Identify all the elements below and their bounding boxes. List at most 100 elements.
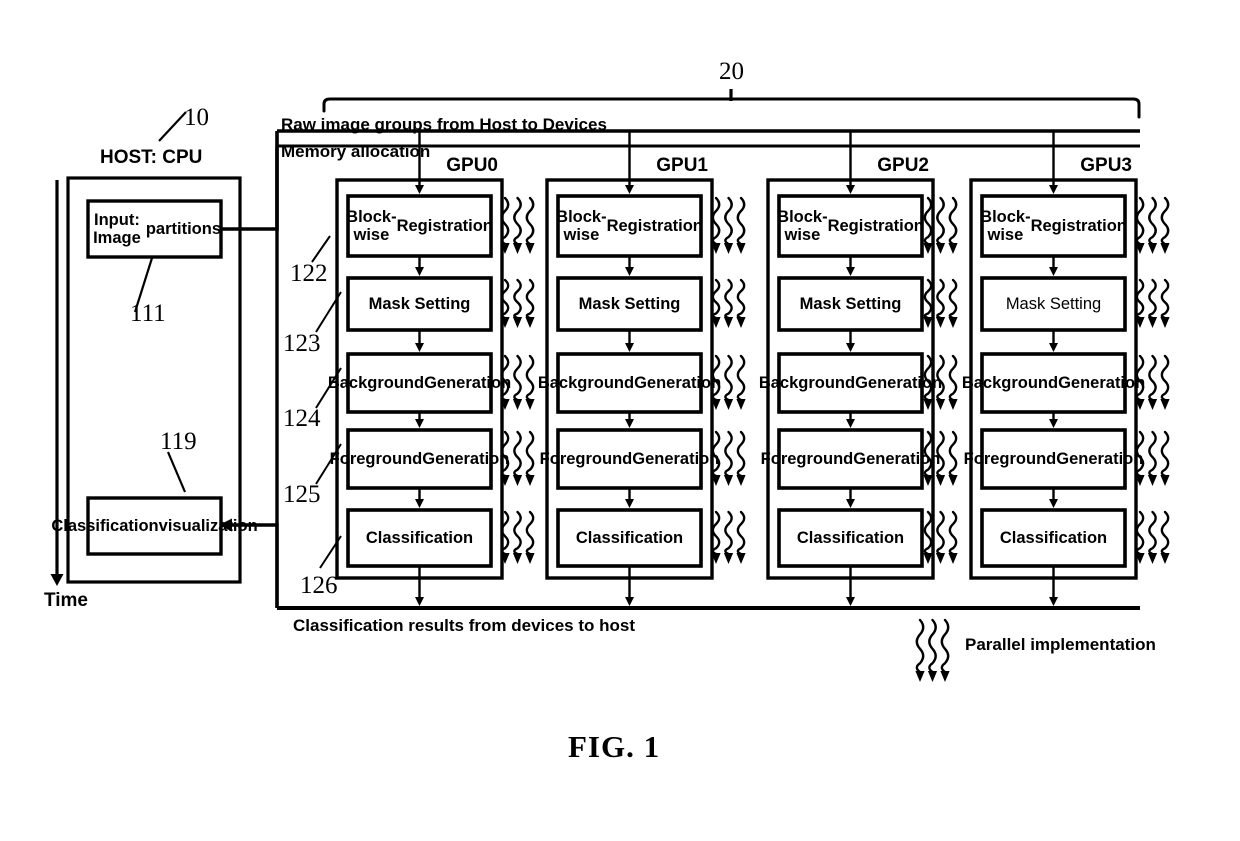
stage-label-gpu3-1: Mask Setting [982,278,1125,330]
parallel-icon-0-4 [500,510,535,564]
stage-label-line: Generation [634,373,722,392]
wavy-line [711,278,721,320]
stage-arrow-3-0-head [1049,267,1058,276]
wavy-arrowhead [1160,399,1170,410]
stage-arrow-0-0-head [415,267,424,276]
stage-arrow-2-1-head [846,343,855,352]
stage-label-gpu1-0: Block-wise Registration [556,196,703,256]
stage-label-gpu2-0: Block-wise Registration [777,196,924,256]
host-block-label-line: Input: Image [93,210,141,247]
wavy-line [1148,196,1157,246]
wavy-line [1135,278,1145,320]
gpu-label-gpu2: GPU2 [877,155,929,176]
stage-label-line: Background [537,373,635,392]
wavy-arrowhead [512,553,523,564]
wavy-line [513,510,522,556]
ref-label-125: 125 [283,481,321,508]
wavy-line [736,354,746,402]
stage-label-line: Registration [827,216,924,235]
time-axis-arrowhead [50,574,64,586]
stage-label-line: Foreground [329,449,423,468]
wavy-line [724,196,733,246]
wavy-line [736,196,746,246]
ref-label-123: 123 [283,330,321,357]
stage-label-gpu0-4: Classification [348,510,491,566]
wavy-line [948,278,958,320]
stage-label-line: Generation [855,373,943,392]
wavy-arrowhead [723,399,734,410]
leader-119 [166,451,187,493]
parallel-icon-3-0 [1135,196,1170,254]
ref-label-122: 122 [290,260,328,287]
wavy-line [936,278,945,320]
figure-caption: FIG. 1 [568,729,661,764]
ref-label-124: 124 [283,405,321,432]
wavy-arrowhead [948,553,958,564]
wavy-line [525,278,535,320]
stage-label-line: Mask Setting [368,294,471,313]
wavy-arrowhead [1147,553,1158,564]
stage-label-line: Generation [1058,373,1146,392]
gpu-output-arrow-1-head [625,597,634,606]
wavy-arrowhead [1160,317,1170,328]
stage-label-line: Block-wise [777,207,828,244]
stage-label-gpu0-2: Background Generation [328,354,511,412]
wavy-line [525,510,535,556]
stage-label-gpu2-1: Mask Setting [779,278,922,330]
stage-label-line: Registration [1030,216,1127,235]
wavy-line [948,196,958,246]
gpu-output-arrow-2-head [846,597,855,606]
host-block-label-line: visualization [158,516,258,535]
stage-arrow-2-0-head [846,267,855,276]
wavy-arrowhead [512,317,523,328]
parallel-icon-0-0 [500,196,535,254]
wavy-line [1160,354,1170,402]
stage-label-line: Background [961,373,1059,392]
legend-parallel-label: Parallel implementation [965,635,1156,654]
wavy-arrowhead [736,317,746,328]
stage-label-line: Generation [853,449,941,468]
stage-label-gpu0-0: Block-wise Registration [346,196,493,256]
wavy-line [513,196,522,246]
wavy-arrowhead [525,399,535,410]
wavy-arrowhead [1147,399,1158,410]
wavy-line [923,510,933,556]
wavy-arrowhead [935,243,946,254]
host-block-classification-visualization: Classification visualization [51,498,257,554]
stage-label-line: Mask Setting [799,294,902,313]
figure-canvas: Input: Image partitions Classification visu… [0,0,1240,841]
wavy-arrowhead [1147,475,1158,486]
stage-label-gpu1-3: Foreground Generation [540,430,720,488]
wavy-arrowhead [948,399,958,410]
wavy-arrowhead [723,317,734,328]
wavy-line [948,510,958,556]
stage-label-gpu3-3: Foreground Generation [964,430,1144,488]
wavy-line [1160,510,1170,556]
wavy-line [525,354,535,402]
parallel-icon-2-0 [923,196,958,254]
stage-label-line: Background [327,373,425,392]
stage-label-gpu0-3: Foreground Generation [330,430,510,488]
wavy-line [525,196,535,246]
wavy-line [724,430,733,478]
parallel-icon-3-4 [1135,510,1170,564]
wavy-arrowhead [723,475,734,486]
wavy-arrowhead [940,671,950,682]
wavy-arrowhead [923,399,933,410]
stage-arrow-1-2-head [625,419,634,428]
wavy-line [1160,196,1170,246]
stage-label-line: Classification [999,528,1108,547]
stage-label-line: Block-wise [346,207,397,244]
stage-arrow-1-3-head [625,499,634,508]
wavy-arrowhead [525,475,535,486]
time-axis-label: Time [44,590,89,611]
wavy-line [513,278,522,320]
wavy-arrowhead [736,243,746,254]
stage-label-gpu1-4: Classification [558,510,701,566]
wavy-line [940,618,950,674]
stage-label-gpu1-1: Mask Setting [558,278,701,330]
wavy-arrowhead [1147,317,1158,328]
wavy-arrowhead [923,475,933,486]
wavy-line [1148,354,1157,402]
wavy-line [936,196,945,246]
